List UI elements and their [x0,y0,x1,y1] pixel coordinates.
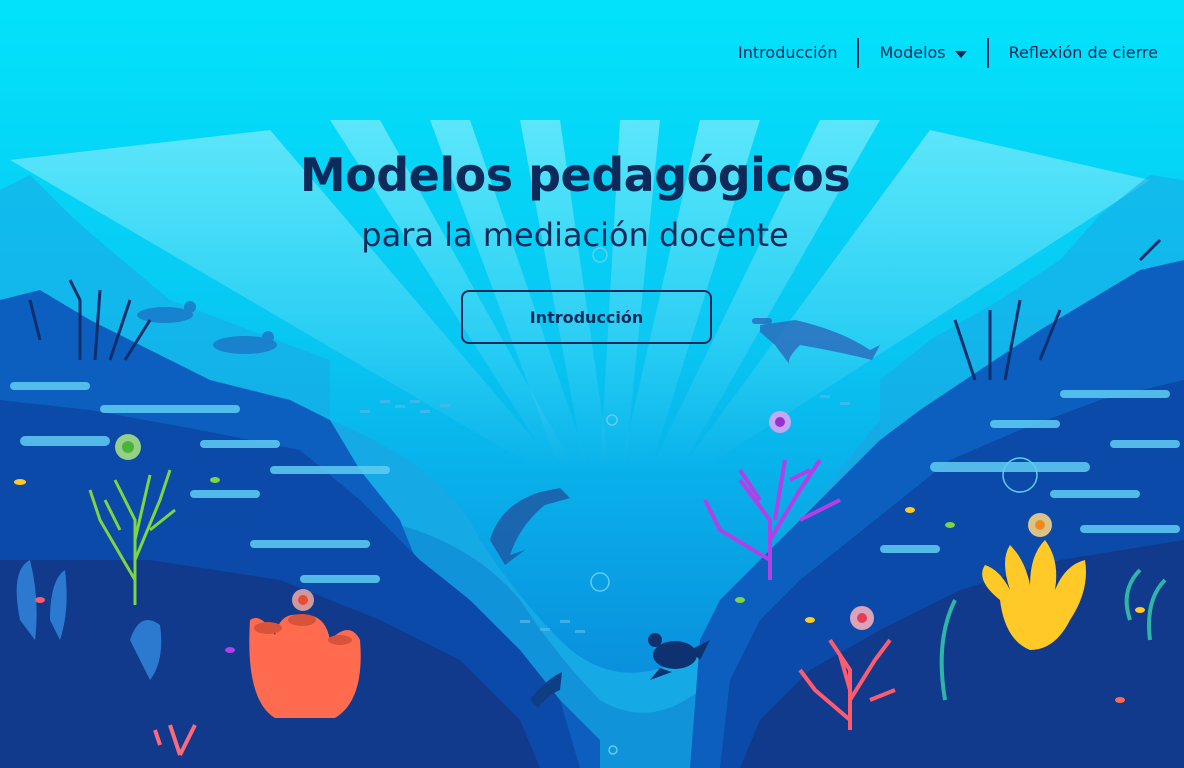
hotspot-purple[interactable] [769,411,791,433]
hero-title: Modelos pedagógicos [299,148,851,202]
nav-item-label: Reflexión de cierre [1008,43,1158,62]
nav-item-label: Introducción [738,43,838,62]
hotspot-pink[interactable] [850,606,874,630]
hero-subtitle: para la mediación docente [361,216,789,254]
nav-item-label: Modelos [879,43,946,62]
introduccion-button-label: Introducción [529,307,644,327]
caret-down-icon [954,50,967,58]
hotspot-green[interactable] [115,434,141,460]
top-navigation: Introducción Modelos Reflexión de cierre [718,36,1158,70]
hotspot-orange-left[interactable] [292,589,314,611]
nav-item-modelos-dropdown[interactable]: Modelos [859,36,986,70]
nav-item-introduccion[interactable]: Introducción [718,36,857,70]
hotspot-yellow[interactable] [1028,513,1052,537]
introduccion-button[interactable]: Introducción [461,290,712,344]
underwater-reef-illustration [0,0,1184,768]
nav-item-reflexion-de-cierre[interactable]: Reflexión de cierre [989,36,1158,70]
